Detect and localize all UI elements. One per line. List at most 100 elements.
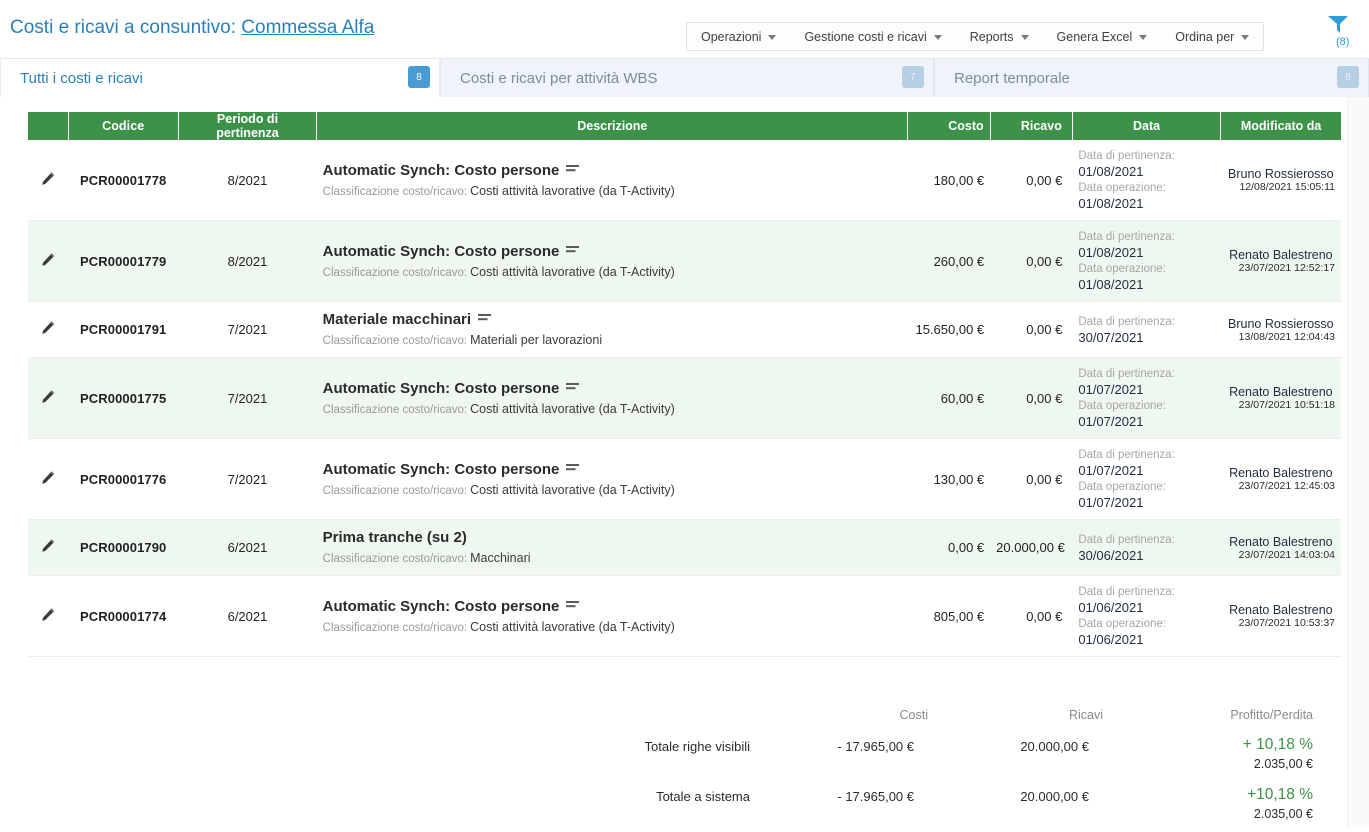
costs-revenues-table-wrapper: Codice Periodo di pertinenza Descrizione… [28,112,1341,657]
row-classification: Classificazione costo/ricavo: Costi attiv… [322,482,675,497]
page-title: Costi e ricavi a consuntivo: Commessa Al… [10,17,374,39]
col-header-modificato-da[interactable]: Modificato da [1220,112,1341,140]
row-date-cell: Data di pertinenza: 01/07/2021 Data operaz… [1072,438,1221,520]
table-row[interactable]: PCR00001775 7/2021 Automatic Synch: Costo … [28,357,1341,439]
bottom-edge [0,828,1369,832]
note-lines-icon[interactable] [566,242,580,261]
totals-row-system-pl-pct: +10,18 % [1247,786,1313,803]
row-date-cell: Data di pertinenza: 01/07/2021 Data operaz… [1072,357,1221,439]
tab-costi-e-ricavi-per-attivita-wbs[interactable]: Costi e ricavi per attività WBS 7 [440,58,934,97]
note-lines-icon[interactable] [566,597,580,616]
row-edit-cell[interactable] [28,140,69,221]
totals-row-system-revenues: 20.000,00 € [1020,789,1089,804]
tab-bar: Tutti i costi e ricavi 8 Costi e ricavi … [0,58,1369,97]
date-pertinenza-value: 30/07/2021 [1078,329,1144,345]
row-modified-cell: Bruno Rossierosso 13/08/2021 12:04:43 [1220,301,1341,358]
date-operazione-label: Data operazione: [1078,182,1166,194]
menu-item-gestione-costi-e-ricavi[interactable]: Gestione costi e ricavi [790,23,955,50]
row-description-title: Prima tranche (su 2) [322,529,467,546]
col-header-data[interactable]: Data [1072,112,1222,140]
pencil-icon[interactable] [40,320,56,336]
row-classification: Classificazione costo/ricavo: Costi attiv… [322,264,675,279]
date-pertinenza-label: Data di pertinenza: [1078,449,1175,461]
row-edit-cell[interactable] [28,301,69,358]
note-lines-icon[interactable] [478,310,492,329]
project-link[interactable]: Commessa Alfa [241,17,374,38]
chevron-down-icon [1241,35,1250,40]
row-code: PCR00001775 [68,357,179,439]
date-operazione-value: 01/07/2021 [1078,495,1144,510]
chevron-down-icon [933,35,942,40]
row-modified-cell: Renato Balestreno 23/07/2021 14:03:04 [1220,519,1341,576]
table-row[interactable]: PCR00001776 7/2021 Automatic Synch: Costo … [28,438,1341,520]
pencil-icon[interactable] [40,538,56,554]
row-edit-cell[interactable] [28,220,69,302]
table-row[interactable]: PCR00001774 6/2021 Automatic Synch: Costo … [28,575,1341,657]
row-edit-cell[interactable] [28,519,69,576]
row-period: 7/2021 [178,357,317,439]
note-lines-icon[interactable] [566,161,580,180]
date-pertinenza-label: Data di pertinenza: [1078,368,1175,380]
row-revenue: 0,00 € [990,357,1073,439]
row-description-title: Materiale macchinari [323,310,902,329]
col-header-ricavo[interactable]: Ricavo [990,112,1073,140]
note-lines-icon[interactable] [566,460,580,479]
row-classification: Classificazione costo/ricavo: Macchinari [322,551,531,565]
tab-tutti-i-costi-e-ricavi-label: Tutti i costi e ricavi [20,69,143,87]
table-header: Codice Periodo di pertinenza Descrizione… [28,112,1341,140]
menu-item-ordina-per-label: Ordina per [1175,29,1235,44]
col-header-costo[interactable]: Costo [907,112,991,140]
row-revenue: 0,00 € [990,301,1073,358]
row-modified-cell: Renato Balestreno 23/07/2021 12:52:17 [1220,220,1341,302]
menu-item-operazioni[interactable]: Operazioni [687,23,790,50]
filter-button[interactable]: (8) [1327,14,1361,50]
filter-count-label: (8) [1336,36,1350,48]
col-header-descrizione[interactable]: Descrizione [316,112,909,140]
row-edit-cell[interactable] [28,438,69,520]
pencil-icon[interactable] [40,607,56,623]
menu-item-gestione-costi-e-ricavi-label: Gestione costi e ricavi [804,29,927,44]
row-cost: 805,00 € [907,575,991,657]
row-modified-at: 23/07/2021 10:51:18 [1238,399,1335,411]
row-modified-by: Renato Balestreno [1229,466,1333,480]
table-row[interactable]: PCR00001779 8/2021 Automatic Synch: Costo … [28,220,1341,302]
right-gutter [1347,97,1369,832]
row-period: 7/2021 [178,301,317,358]
row-modified-at: 23/07/2021 14:03:04 [1238,548,1335,561]
row-date-cell: Data di pertinenza: 30/07/2021 [1072,301,1221,358]
menu-item-genera-excel[interactable]: Genera Excel [1043,23,1162,50]
note-lines-icon[interactable] [566,379,580,398]
row-revenue: 0,00 € [990,220,1073,302]
menu-item-reports[interactable]: Reports [956,23,1043,50]
menu-item-ordina-per[interactable]: Ordina per [1161,23,1263,50]
col-header-codice[interactable]: Codice [68,112,179,140]
row-edit-cell[interactable] [28,575,69,657]
col-header-edit[interactable] [28,112,69,140]
row-description-title: Automatic Synch: Costo persone [323,379,902,398]
row-code: PCR00001776 [68,438,179,520]
col-header-periodo[interactable]: Periodo di pertinenza [178,112,318,140]
pencil-icon[interactable] [40,470,56,486]
table-header-row: Codice Periodo di pertinenza Descrizione… [28,112,1341,140]
date-pertinenza-value: 01/07/2021 [1078,382,1144,397]
tab-report-temporale[interactable]: Report temporale 8 [934,58,1369,97]
row-classification: Classificazione costo/ricavo: Materiali p… [322,333,603,347]
pencil-icon[interactable] [40,171,56,187]
chevron-down-icon [1020,35,1029,40]
date-operazione-value: 01/08/2021 [1078,196,1144,211]
row-edit-cell[interactable] [28,357,69,439]
pencil-icon[interactable] [40,252,56,268]
table-row[interactable]: PCR00001790 6/2021 Prima tranche (su 2) Cla… [28,519,1341,576]
tab-tutti-i-costi-e-ricavi[interactable]: Tutti i costi e ricavi 8 [0,58,440,97]
date-operazione-value: 01/06/2021 [1078,632,1144,647]
row-date-cell: Data di pertinenza: 01/08/2021 Data operaz… [1072,140,1221,221]
pencil-icon[interactable] [40,389,56,405]
table-row[interactable]: PCR00001791 7/2021 Materiale macchinari Cla… [28,301,1341,358]
row-description-cell: Automatic Synch: Costo persone Classifica… [316,438,908,520]
row-cost: 0,00 € [907,519,991,576]
table-row[interactable]: PCR00001778 8/2021 Automatic Synch: Costo … [28,140,1341,221]
row-cost: 180,00 € [907,140,991,221]
row-revenue: 0,00 € [990,438,1073,520]
row-modified-cell: Renato Balestreno 23/07/2021 12:45:03 [1220,438,1341,520]
tab-costi-e-ricavi-per-attivita-wbs-label: Costi e ricavi per attività WBS [460,69,658,87]
